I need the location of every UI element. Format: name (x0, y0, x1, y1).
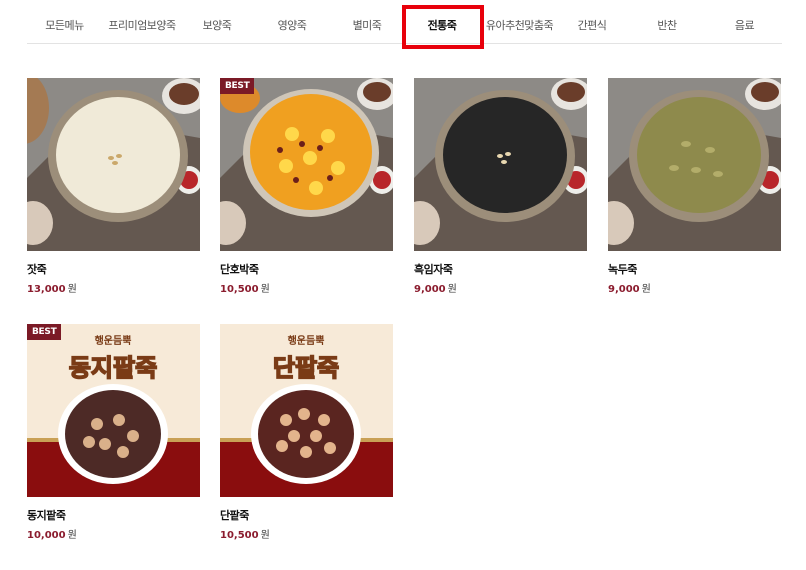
banner-top-text: 행운듬뿍 (95, 334, 132, 347)
product-price: 13,000 원 (27, 280, 200, 295)
product-card-pumpkin[interactable]: BEST 단호박죽 10,500 원 (220, 78, 393, 295)
dongji-red-bean-porridge-image[interactable]: 행운듬뿍 동지팥죽 BEST (27, 324, 200, 497)
product-price: 10,500 원 (220, 526, 393, 541)
tab-delicacy[interactable]: 별미죽 (332, 8, 402, 44)
price-value: 10,000 (27, 530, 66, 541)
tab-convenience[interactable]: 간편식 (557, 8, 627, 44)
sweet-red-bean-porridge-image[interactable]: 행운듬뿍 단팥죽 (220, 324, 393, 497)
product-price: 10,000 원 (27, 526, 200, 541)
product-name[interactable]: 단호박죽 (220, 261, 393, 277)
tab-all-menu[interactable]: 모든메뉴 (27, 8, 102, 44)
price-unit: 원 (447, 284, 457, 295)
mung-bean-porridge-image[interactable] (608, 78, 781, 251)
price-unit: 원 (641, 284, 651, 295)
tab-side-dish[interactable]: 반찬 (627, 8, 707, 44)
product-card-sweet-red-bean[interactable]: 행운듬뿍 단팥죽 단팥죽 10,500 원 (220, 324, 393, 541)
price-value: 9,000 (608, 284, 640, 295)
price-value: 13,000 (27, 284, 66, 295)
price-value: 10,500 (220, 530, 259, 541)
product-name[interactable]: 단팥죽 (220, 507, 393, 523)
product-card-pine-nut[interactable]: 잣죽 13,000 원 (27, 78, 200, 295)
tab-boyang[interactable]: 보양죽 (182, 8, 252, 44)
product-price: 10,500 원 (220, 280, 393, 295)
product-name[interactable]: 녹두죽 (608, 261, 781, 277)
banner-title-text: 동지팥죽 (69, 354, 157, 382)
price-unit: 원 (260, 530, 270, 541)
product-price: 9,000 원 (608, 280, 781, 295)
tab-premium-boyang[interactable]: 프리미엄보양죽 (102, 8, 182, 44)
best-badge: BEST (220, 78, 255, 94)
product-card-mung-bean[interactable]: 녹두죽 9,000 원 (608, 78, 781, 295)
price-value: 9,000 (414, 284, 446, 295)
active-tab-highlight-box (402, 5, 484, 49)
product-card-black-sesame[interactable]: 흑임자죽 9,000 원 (414, 78, 587, 295)
banner-top-text: 행운듬뿍 (288, 334, 325, 347)
product-name[interactable]: 동지팥죽 (27, 507, 200, 523)
banner-title-text: 단팥죽 (273, 354, 339, 382)
tab-kids[interactable]: 유아추천맞춤죽 (482, 8, 557, 44)
price-value: 10,500 (220, 284, 259, 295)
price-unit: 원 (67, 284, 77, 295)
price-unit: 원 (67, 530, 77, 541)
product-price: 9,000 원 (414, 280, 587, 295)
price-unit: 원 (260, 284, 270, 295)
best-badge: BEST (27, 324, 62, 340)
tab-nutrition[interactable]: 영양죽 (252, 8, 332, 44)
product-card-dongji-red-bean[interactable]: 행운듬뿍 동지팥죽 BEST 동지팥죽 10,000 원 (27, 324, 200, 541)
product-name[interactable]: 잣죽 (27, 261, 200, 277)
sweet-pumpkin-porridge-image[interactable]: BEST (220, 78, 393, 251)
tab-drinks[interactable]: 음료 (707, 8, 782, 44)
product-name[interactable]: 흑임자죽 (414, 261, 587, 277)
pine-nut-porridge-image[interactable] (27, 78, 200, 251)
black-sesame-porridge-image[interactable] (414, 78, 587, 251)
